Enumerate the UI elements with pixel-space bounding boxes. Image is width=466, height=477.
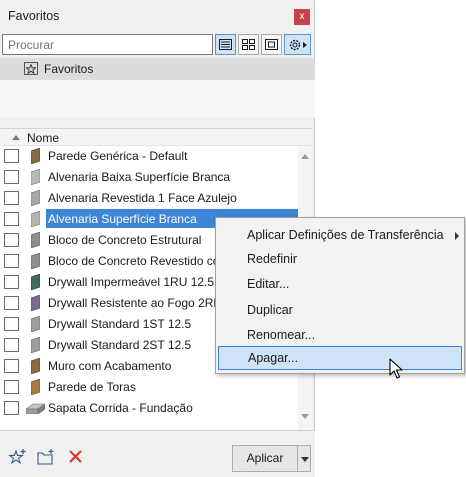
grid-view-button[interactable] bbox=[238, 34, 259, 55]
item-checkbox[interactable] bbox=[4, 401, 19, 415]
submenu-arrow-icon bbox=[455, 232, 459, 240]
scroll-up-icon[interactable] bbox=[301, 154, 309, 159]
preview-view-button[interactable] bbox=[261, 34, 282, 55]
star-icon bbox=[24, 62, 38, 75]
item-checkbox[interactable] bbox=[4, 254, 19, 268]
item-checkbox[interactable] bbox=[4, 170, 19, 184]
menu-item-delete[interactable]: Apagar... bbox=[218, 346, 462, 370]
item-checkbox[interactable] bbox=[4, 359, 19, 373]
wall-icon bbox=[31, 190, 40, 206]
menu-item-label: Editar... bbox=[247, 277, 290, 291]
column-header-label: Nome bbox=[27, 131, 60, 145]
wall-icon bbox=[31, 295, 40, 311]
add-favorite-icon[interactable] bbox=[8, 448, 28, 466]
menu-item-redefine[interactable]: Redefinir bbox=[216, 247, 464, 271]
wall-icon bbox=[31, 253, 40, 269]
close-icon: x bbox=[299, 11, 305, 22]
item-label: Bloco de Concreto Estrutural bbox=[48, 233, 202, 247]
wall-icon bbox=[31, 148, 40, 164]
list-item[interactable]: Parede de Toras bbox=[0, 377, 298, 398]
panel-title: Favoritos bbox=[8, 9, 60, 23]
apply-options-dropdown[interactable] bbox=[297, 445, 311, 472]
menu-item-label: Apagar... bbox=[248, 351, 299, 365]
item-label: Parede Genérica - Default bbox=[48, 149, 188, 163]
item-checkbox[interactable] bbox=[4, 317, 19, 331]
menu-item-label: Duplicar bbox=[247, 303, 293, 317]
item-label: Drywall Standard 1ST 12.5 bbox=[48, 317, 192, 331]
wall-icon bbox=[31, 211, 40, 227]
wall-icon bbox=[31, 232, 40, 248]
wall-icon bbox=[31, 274, 40, 290]
item-label: Parede de Toras bbox=[48, 380, 136, 394]
menu-item-label: Redefinir bbox=[247, 252, 298, 266]
delete-icon[interactable] bbox=[66, 448, 86, 466]
settings-button[interactable] bbox=[284, 34, 311, 55]
new-folder-icon[interactable] bbox=[37, 448, 57, 466]
context-menu: Aplicar Definições de Transferência Rede… bbox=[215, 217, 465, 374]
search-input[interactable] bbox=[2, 34, 213, 55]
item-checkbox[interactable] bbox=[4, 149, 19, 163]
item-label: Drywall Resistente ao Fogo 2RF 1 bbox=[48, 296, 231, 310]
item-checkbox[interactable] bbox=[4, 338, 19, 352]
list-item[interactable]: Alvenaria Revestida 1 Face Azulejo bbox=[0, 188, 298, 209]
wall-icon bbox=[31, 358, 40, 374]
favorites-folder[interactable]: Favoritos bbox=[0, 58, 315, 80]
list-view-button[interactable] bbox=[215, 34, 236, 55]
item-label: Sapata Corrida - Fundação bbox=[48, 401, 193, 415]
item-checkbox[interactable] bbox=[4, 212, 19, 226]
item-label: Alvenaria Baixa Superfície Branca bbox=[48, 170, 231, 184]
item-label: Drywall Standard 2ST 12.5 bbox=[48, 338, 192, 352]
wall-icon bbox=[31, 169, 40, 185]
item-label: Drywall Impermeável 1RU 12.5 bbox=[48, 275, 215, 289]
grid-view-icon bbox=[242, 39, 255, 50]
gear-icon bbox=[289, 39, 307, 50]
menu-item-label: Renomear... bbox=[247, 328, 316, 342]
apply-button[interactable]: Aplicar bbox=[232, 445, 298, 472]
item-checkbox[interactable] bbox=[4, 275, 19, 289]
menu-item-rename[interactable]: Renomear... bbox=[216, 323, 464, 347]
menu-item-duplicate[interactable]: Duplicar bbox=[216, 298, 464, 322]
wall-icon bbox=[31, 316, 40, 332]
preview-view-icon bbox=[265, 39, 278, 50]
list-item[interactable]: Sapata Corrida - Fundação bbox=[0, 398, 298, 419]
close-button[interactable]: x bbox=[294, 9, 310, 25]
footing-icon bbox=[26, 403, 45, 414]
list-item[interactable]: Alvenaria Baixa Superfície Branca bbox=[0, 167, 298, 188]
list-view-icon bbox=[219, 39, 232, 50]
scroll-down-icon[interactable] bbox=[301, 414, 309, 419]
menu-item-label: Aplicar Definições de Transferência bbox=[247, 228, 444, 242]
menu-item-edit[interactable]: Editar... bbox=[216, 272, 464, 296]
item-label: Muro com Acabamento bbox=[48, 359, 172, 373]
item-checkbox[interactable] bbox=[4, 296, 19, 310]
list-item[interactable]: Parede Genérica - Default bbox=[0, 146, 298, 167]
item-label: Alvenaria Revestida 1 Face Azulejo bbox=[48, 191, 237, 205]
mouse-cursor-icon bbox=[389, 358, 403, 379]
wall-icon bbox=[31, 337, 40, 353]
sort-ascending-icon bbox=[12, 135, 20, 140]
item-checkbox[interactable] bbox=[4, 380, 19, 394]
item-checkbox[interactable] bbox=[4, 233, 19, 247]
favorites-folder-label: Favoritos bbox=[44, 62, 94, 76]
panel-titlebar[interactable]: Favoritos x bbox=[0, 0, 315, 32]
bottom-toolbar: Aplicar bbox=[0, 430, 315, 477]
favorites-area bbox=[0, 80, 315, 118]
item-checkbox[interactable] bbox=[4, 191, 19, 205]
item-label: Bloco de Concreto Revestido com bbox=[48, 254, 230, 268]
wall-icon bbox=[31, 379, 40, 395]
column-header-name[interactable]: Nome bbox=[0, 129, 312, 146]
menu-item-apply-transfer-settings[interactable]: Aplicar Definições de Transferência bbox=[216, 223, 464, 247]
